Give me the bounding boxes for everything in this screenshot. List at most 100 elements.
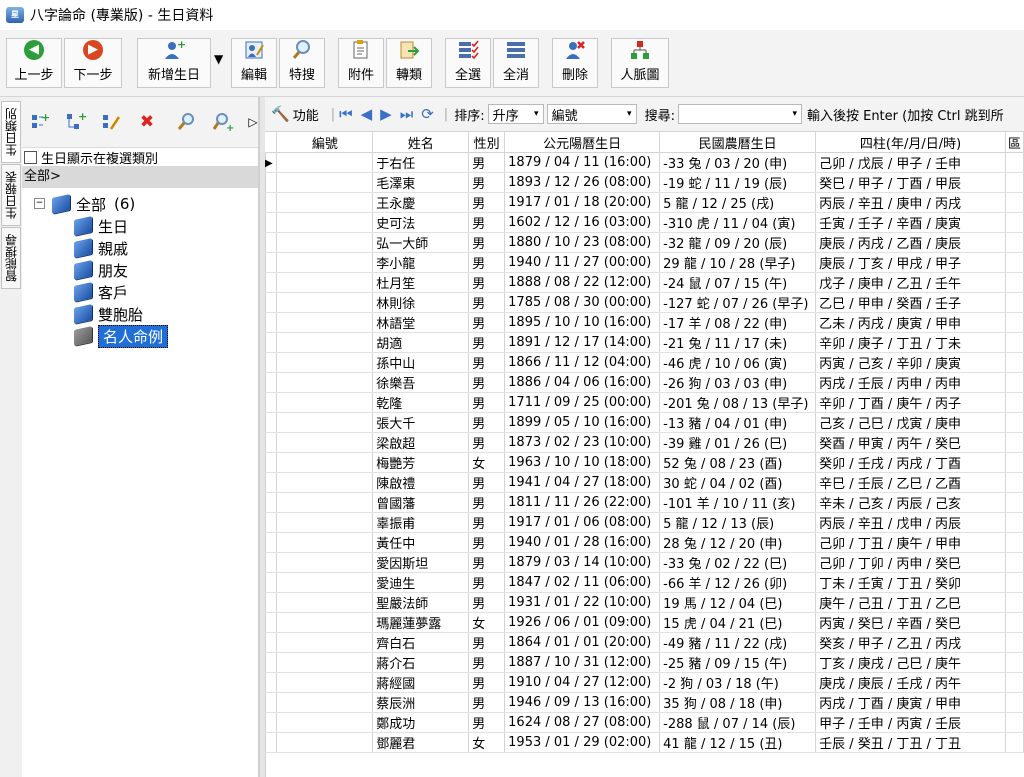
row-indicator[interactable] [265,652,278,673]
row-indicator[interactable] [265,412,278,433]
four-pillars-cell[interactable]: 丁亥 / 庚戌 / 己巳 / 庚午 [815,652,1006,673]
gender-cell[interactable]: 男 [468,632,506,653]
row-indicator[interactable] [265,632,278,653]
name-cell[interactable]: 愛迪生 [372,572,470,593]
column-header[interactable]: 姓名 [372,132,470,153]
name-cell[interactable]: 黃任中 [372,532,470,553]
id-cell[interactable] [276,292,374,313]
solar-birthday-cell[interactable]: 1880 / 10 / 23 (08:00) [504,232,661,253]
column-header[interactable]: 性別 [468,132,506,153]
first-record-icon[interactable]: ⏮ [339,105,353,123]
id-cell[interactable] [276,712,374,733]
name-cell[interactable]: 弘一大師 [372,232,470,253]
region-cell[interactable] [1005,272,1024,293]
lunar-birthday-cell[interactable]: -201 兔 / 08 / 13 (早子) [659,392,817,413]
table-row[interactable]: 林則徐男 1785 / 08 / 30 (00:00) -127 蛇 / 07 / … [265,292,1024,313]
region-cell[interactable] [1005,312,1024,333]
gender-cell[interactable]: 男 [468,212,506,233]
four-pillars-cell[interactable]: 辛巳 / 壬辰 / 乙巳 / 乙酉 [815,472,1006,493]
find-category-icon[interactable] [176,111,198,133]
region-cell[interactable] [1005,252,1024,273]
deselect-all-button[interactable]: 全消 [493,38,539,88]
id-cell[interactable] [276,432,374,453]
gender-cell[interactable]: 男 [468,272,506,293]
select-all-button[interactable]: 全選 [445,38,491,88]
row-indicator[interactable] [265,172,278,193]
solar-birthday-cell[interactable]: 1847 / 02 / 11 (06:00) [504,572,661,593]
lunar-birthday-cell[interactable]: 35 狗 / 08 / 18 (申) [659,692,817,713]
solar-birthday-cell[interactable]: 1785 / 08 / 30 (00:00) [504,292,661,313]
attachment-button[interactable]: 附件 [338,38,384,88]
solar-birthday-cell[interactable]: 1624 / 08 / 27 (08:00) [504,712,661,733]
solar-birthday-cell[interactable]: 1866 / 11 / 12 (04:00) [504,352,661,373]
id-cell[interactable] [276,692,374,713]
name-cell[interactable]: 蔣經國 [372,672,470,693]
sort-order-select[interactable]: 升序 ▾ [487,104,544,124]
lunar-birthday-cell[interactable]: -2 狗 / 03 / 18 (午) [659,672,817,693]
row-indicator[interactable] [265,732,278,753]
solar-birthday-cell[interactable]: 1873 / 02 / 23 (10:00) [504,432,661,453]
region-cell[interactable] [1005,652,1024,673]
id-cell[interactable] [276,632,374,653]
id-cell[interactable] [276,372,374,393]
region-cell[interactable] [1005,352,1024,373]
lunar-birthday-cell[interactable]: -49 豬 / 11 / 22 (戌) [659,632,817,653]
four-pillars-cell[interactable]: 乙巳 / 甲申 / 癸酉 / 壬子 [815,292,1006,313]
four-pillars-cell[interactable]: 辛卯 / 庚子 / 丁丑 / 丁未 [815,332,1006,353]
lunar-birthday-cell[interactable]: -310 虎 / 11 / 04 (寅) [659,212,817,233]
row-indicator[interactable] [265,452,278,473]
gender-cell[interactable]: 男 [468,412,506,433]
table-row[interactable]: 乾隆男 1711 / 09 / 25 (00:00) -201 兔 / 08 / 1… [265,392,1024,413]
id-cell[interactable] [276,212,374,233]
lunar-birthday-cell[interactable]: -26 狗 / 03 / 03 (申) [659,372,817,393]
row-indicator[interactable] [265,672,278,693]
gender-cell[interactable]: 男 [468,672,506,693]
four-pillars-cell[interactable]: 癸巳 / 甲子 / 丁酉 / 甲辰 [815,172,1006,193]
gender-cell[interactable]: 男 [468,172,506,193]
id-cell[interactable] [276,412,374,433]
tree-node-friends[interactable]: 朋友 [74,260,128,280]
four-pillars-cell[interactable]: 己亥 / 己巳 / 戊寅 / 庚申 [815,412,1006,433]
lunar-birthday-cell[interactable]: -288 鼠 / 07 / 14 (辰) [659,712,817,733]
row-indicator[interactable] [265,392,278,413]
id-cell[interactable] [276,312,374,333]
lunar-birthday-cell[interactable]: -17 羊 / 08 / 22 (申) [659,312,817,333]
refresh-icon[interactable]: ⟳ [421,105,434,123]
solar-birthday-cell[interactable]: 1940 / 01 / 28 (16:00) [504,532,661,553]
gender-cell[interactable]: 男 [468,252,506,273]
name-cell[interactable]: 乾隆 [372,392,470,413]
name-cell[interactable]: 齊白石 [372,632,470,653]
tree-node-twins[interactable]: 雙胞胎 [74,304,143,324]
delete-category-icon[interactable]: ✖ [136,111,158,133]
four-pillars-cell[interactable]: 庚午 / 己丑 / 丁丑 / 乙巳 [815,592,1006,613]
four-pillars-cell[interactable]: 庚戌 / 庚辰 / 壬戌 / 丙午 [815,672,1006,693]
table-row[interactable]: 蔣經國男 1910 / 04 / 27 (12:00) -2 狗 / 03 / 18… [265,672,1024,693]
region-cell[interactable] [1005,332,1024,353]
table-row[interactable]: 陳啟禮男 1941 / 04 / 27 (18:00) 30 蛇 / 04 / 02… [265,472,1024,493]
table-row[interactable]: 杜月笙男 1888 / 08 / 22 (12:00) -24 鼠 / 07 / 1… [265,272,1024,293]
gender-cell[interactable]: 男 [468,352,506,373]
region-cell[interactable] [1005,612,1024,633]
solar-birthday-cell[interactable]: 1946 / 09 / 13 (16:00) [504,692,661,713]
solar-birthday-cell[interactable]: 1711 / 09 / 25 (00:00) [504,392,661,413]
row-indicator[interactable] [265,272,278,293]
solar-birthday-cell[interactable]: 1963 / 10 / 10 (18:00) [504,452,661,473]
gender-cell[interactable]: 女 [468,612,506,633]
lunar-birthday-cell[interactable]: -66 羊 / 12 / 26 (卯) [659,572,817,593]
four-pillars-cell[interactable]: 丙辰 / 辛丑 / 戊申 / 丙辰 [815,512,1006,533]
lunar-birthday-cell[interactable]: -33 兔 / 02 / 22 (巳) [659,552,817,573]
row-indicator[interactable] [265,592,278,613]
region-cell[interactable] [1005,392,1024,413]
solar-birthday-cell[interactable]: 1940 / 11 / 27 (00:00) [504,252,661,273]
table-row[interactable]: ▶ 于右任男 1879 / 04 / 11 (16:00) -33 兔 / 03 / … [265,152,1024,173]
name-cell[interactable]: 孫中山 [372,352,470,373]
tab-birthday-report[interactable]: 生日報表 [1,164,21,226]
id-cell[interactable] [276,152,374,173]
row-indicator[interactable] [265,612,278,633]
gender-cell[interactable]: 男 [468,312,506,333]
id-cell[interactable] [276,492,374,513]
name-cell[interactable]: 愛因斯坦 [372,552,470,573]
lunar-birthday-cell[interactable]: 28 兔 / 12 / 20 (申) [659,532,817,553]
row-indicator[interactable] [265,712,278,733]
solar-birthday-cell[interactable]: 1891 / 12 / 17 (14:00) [504,332,661,353]
